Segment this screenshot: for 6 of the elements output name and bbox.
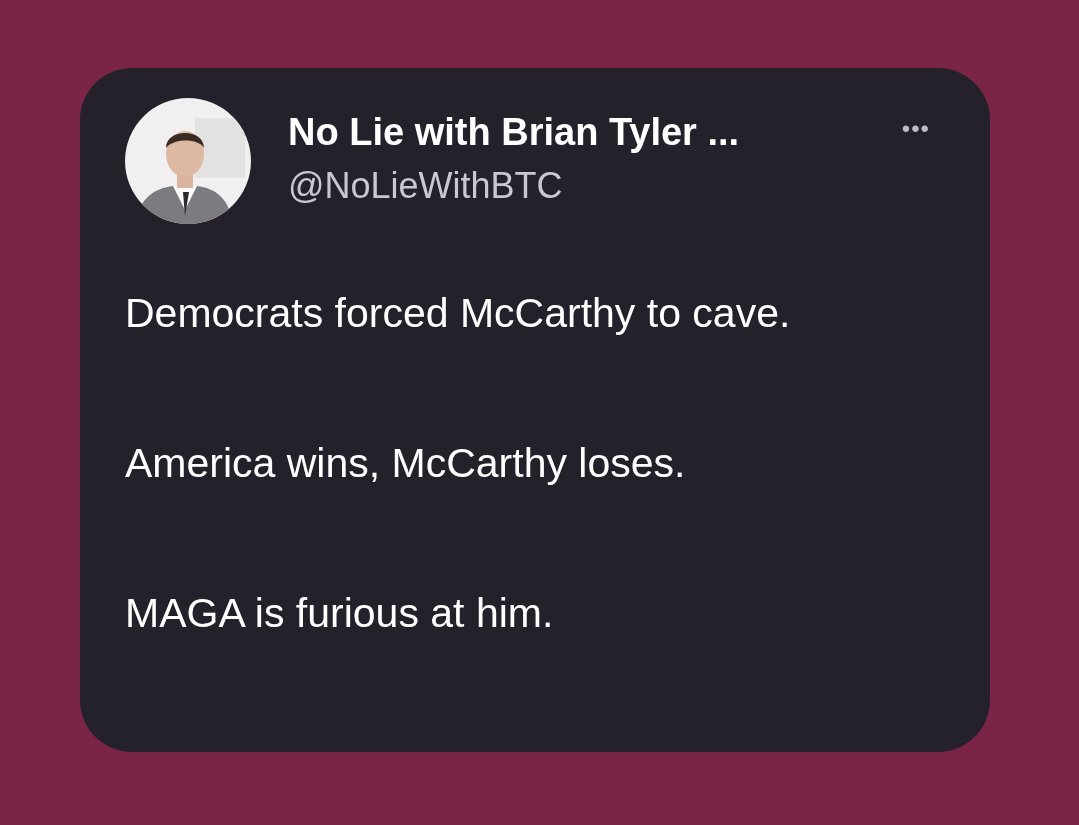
author-handle[interactable]: @NoLieWithBTC [288,162,902,210]
more-options-button[interactable]: ••• [901,114,930,144]
post-text: America wins, McCarthy loses. [125,439,687,488]
post-text: MAGA is furious at him. [125,589,555,638]
post-text: Democrats forced McCarthy to cave. [125,289,792,338]
author-name[interactable]: No Lie with Brian Tyler ... [288,108,902,156]
